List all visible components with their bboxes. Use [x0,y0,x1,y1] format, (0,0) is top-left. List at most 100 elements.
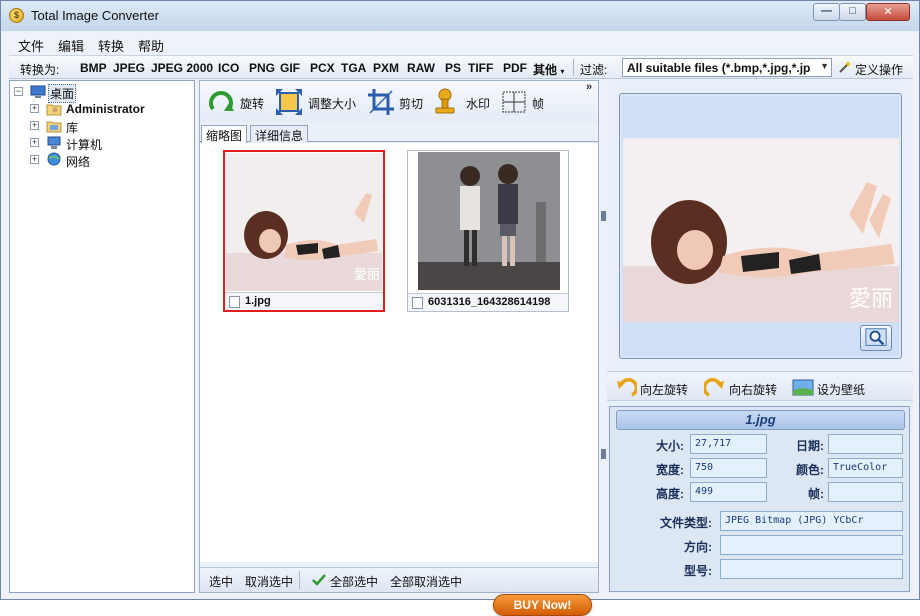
minimize-button[interactable]: — [813,3,840,21]
thumbnail-image-two-women [418,152,560,290]
folder-tree: − 桌面 + Administrator + 库 + 计算机 + 网络 [9,80,195,593]
format-jpeg-button[interactable]: JPEG [113,61,145,75]
menu-edit[interactable]: 编辑 [58,36,84,55]
toolbar-separator [573,59,574,76]
desktop-icon [30,85,46,98]
computer-icon [47,136,61,149]
window-title: Total Image Converter [31,8,159,23]
deselect-button[interactable]: 取消选中 [245,573,293,590]
splitter-handle[interactable] [601,449,606,459]
thumbnail-item[interactable]: 6031316_164328614198 [407,150,569,312]
frame-button[interactable]: 帧 [500,87,550,117]
select-all-button[interactable]: 全部选中 [330,573,378,590]
thumbnail-checkbox[interactable] [412,297,423,309]
svg-text:愛丽: 愛丽 [354,268,380,283]
minimize-icon: — [821,5,832,17]
preview-area: 愛丽 [622,96,899,356]
expand-icon[interactable]: + [30,121,39,130]
frames-value [828,482,903,502]
buy-now-button[interactable]: BUY Now! [493,594,592,616]
menu-file[interactable]: 文件 [18,36,44,55]
tree-item-network[interactable]: + 网络 [30,152,150,169]
height-value: 499 [690,482,767,502]
dropdown-arrow-icon: ▾ [560,67,565,76]
resize-label: 调整大小 [308,97,357,111]
size-value: 27,717 [690,434,767,454]
rotate-right-label: 向右旋转 [729,383,778,397]
color-label: 颜色: [796,463,824,477]
filter-label: 过滤: [580,63,608,77]
rotate-left-button[interactable]: 向左旋转 [615,377,695,397]
rotate-button[interactable]: 旋转 [206,87,268,117]
collapse-icon[interactable]: − [14,87,23,96]
format-tiff-button[interactable]: TIFF [468,61,493,75]
tab-thumbnails[interactable]: 缩略图 [201,125,248,143]
svg-text:愛丽: 愛丽 [849,287,893,312]
resize-button[interactable]: 调整大小 [274,87,358,117]
deselect-all-button[interactable]: 全部取消选中 [390,573,462,590]
tree-item-administrator[interactable]: + Administrator [30,101,190,117]
wallpaper-icon [792,379,814,396]
tab-details[interactable]: 详细信息 [250,125,309,143]
tree-label-network: 网络 [66,155,91,169]
resize-icon [276,89,302,115]
frame-label: 帧 [532,97,545,111]
format-png-button[interactable]: PNG [249,61,275,75]
rotate-right-button[interactable]: 向右旋转 [704,377,784,397]
preview-image-reclining-woman: 愛丽 [623,138,899,322]
crop-label: 剪切 [399,97,424,111]
format-pdf-button[interactable]: PDF [503,61,527,75]
expand-icon[interactable]: + [30,138,39,147]
magic-wand-icon[interactable] [838,60,852,74]
model-value [720,559,903,579]
format-ps-button[interactable]: PS [445,61,461,75]
edit-toolbar: 旋转 调整大小 剪切 水印 帧 » [200,81,598,123]
format-ico-button[interactable]: ICO [218,61,239,75]
zoom-button[interactable] [860,325,892,351]
tree-item-library[interactable]: + 库 [30,118,150,135]
format-pxm-button[interactable]: PXM [373,61,399,75]
library-folder-icon [46,121,62,133]
toolbar-overflow-icon[interactable]: » [586,81,592,93]
format-other-dropdown[interactable]: 其他 ▾ [533,61,564,78]
format-other-label: 其他 [533,63,558,77]
menu-help[interactable]: 帮助 [138,36,164,55]
crop-button[interactable]: 剪切 [366,87,424,117]
format-gif-button[interactable]: GIF [280,61,300,75]
info-filename-header: 1.jpg [616,410,905,430]
width-label: 宽度: [656,463,684,477]
format-bmp-button[interactable]: BMP [80,61,107,75]
set-wallpaper-button[interactable]: 设为壁纸 [792,377,882,397]
format-raw-button[interactable]: RAW [407,61,435,75]
orientation-value [720,535,903,555]
format-jpeg2000-button[interactable]: JPEG 2000 [151,61,213,75]
file-info-panel: 1.jpg 大小: 27,717 日期: 宽度: 750 颜色: TrueCol… [609,406,910,592]
network-icon [47,152,61,166]
thumbnail-item[interactable]: 愛丽 1.jpg [223,150,385,312]
watermark-button[interactable]: 水印 [432,87,492,117]
orientation-label: 方向: [684,540,712,554]
size-label: 大小: [656,439,684,453]
select-button[interactable]: 选中 [209,573,233,590]
rotate-left-icon [617,378,637,397]
format-pcx-button[interactable]: PCX [310,61,335,75]
expand-icon[interactable]: + [30,104,39,113]
tree-item-computer[interactable]: + 计算机 [30,135,150,152]
preview-panel: 愛丽 向左旋转 向右旋转 设为壁纸 1.jpg 大小: 27,717 日期: 宽… [607,80,913,593]
custom-action-button[interactable]: 定义操作 [855,61,903,78]
tree-label-computer: 计算机 [66,138,103,152]
magnifier-icon [865,328,887,346]
splitter-handle[interactable] [601,211,606,221]
format-tga-button[interactable]: TGA [341,61,366,75]
filter-dropdown[interactable]: All suitable files (*.bmp,*.jpg,*.jp ▼ [622,58,832,77]
set-wallpaper-label: 设为壁纸 [817,383,866,397]
menu-convert[interactable]: 转换 [98,36,124,55]
date-label: 日期: [796,439,824,453]
tree-item-desktop[interactable]: − 桌面 [14,84,134,103]
close-button[interactable]: ✕ [866,3,910,21]
frames-label: 帧: [808,487,824,501]
frame-icon [502,91,526,113]
expand-icon[interactable]: + [30,155,39,164]
thumbnail-checkbox[interactable] [229,296,240,308]
maximize-button[interactable]: □ [839,3,866,21]
